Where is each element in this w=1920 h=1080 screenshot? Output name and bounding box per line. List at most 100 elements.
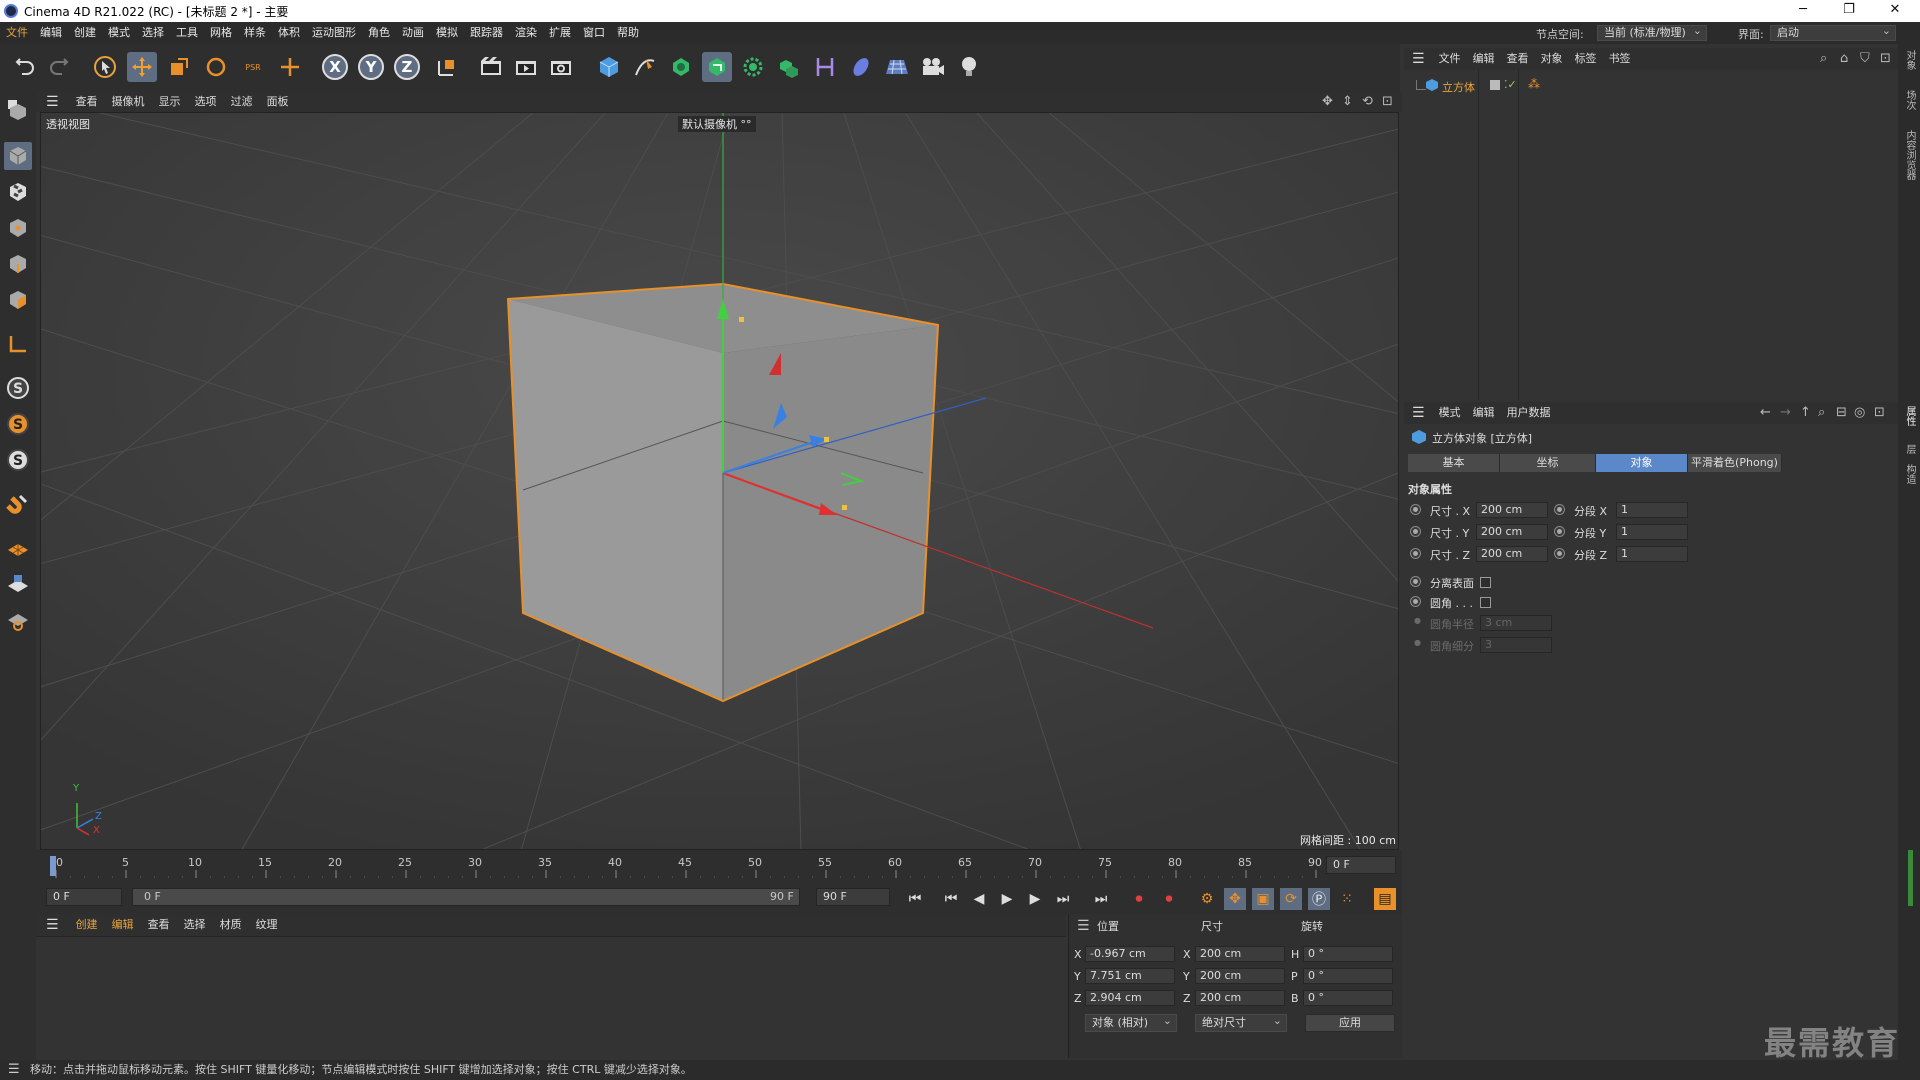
forward-arrow-icon[interactable]: → xyxy=(1780,405,1791,420)
keyframe-selection-icon[interactable]: ⚙ xyxy=(1196,888,1218,910)
magnet-icon[interactable] xyxy=(4,490,32,518)
menu-tools[interactable]: 工具 xyxy=(170,22,204,44)
timeline-ruler[interactable]: 0 5 10 15 20 25 30 35 40 45 50 55 60 65 … xyxy=(36,850,1402,880)
layout-select[interactable]: 启动 xyxy=(1770,24,1896,41)
seg-z-field[interactable]: 1 xyxy=(1616,546,1688,562)
solo-hierarchy-icon[interactable]: S xyxy=(4,446,32,474)
menu-volume[interactable]: 体积 xyxy=(272,22,306,44)
rot-h-field[interactable]: 0 ° xyxy=(1303,946,1393,962)
menu-select[interactable]: 选择 xyxy=(136,22,170,44)
tab-phong[interactable]: 平滑着色(Phong) xyxy=(1688,454,1782,472)
perspective-viewport[interactable]: Y Z X xyxy=(40,112,1399,850)
menu-file[interactable]: 文件 xyxy=(0,22,34,44)
go-to-previous-key-icon[interactable]: ⏮ xyxy=(940,888,962,910)
lock-icon[interactable]: ⊟ xyxy=(1836,405,1847,420)
size-z-field[interactable]: 200 cm xyxy=(1195,990,1285,1006)
back-arrow-icon[interactable]: ← xyxy=(1760,405,1771,420)
model-mode-icon[interactable] xyxy=(4,142,32,170)
size-mode-select[interactable]: 绝对尺寸 xyxy=(1195,1013,1287,1032)
material-list-area[interactable] xyxy=(36,936,1066,1058)
texture-mode-icon[interactable] xyxy=(4,178,32,206)
pen-spline-icon[interactable] xyxy=(630,52,660,82)
record-active-objects-icon[interactable]: ⏺ xyxy=(1128,888,1150,910)
object-hamburger-icon[interactable]: ☰ xyxy=(1404,48,1433,70)
animate-seg-z-radio[interactable] xyxy=(1554,548,1565,559)
separate-surfaces-checkbox[interactable] xyxy=(1480,577,1491,588)
next-frame-icon[interactable]: ▶ xyxy=(1024,888,1046,910)
node-space-select[interactable]: 当前 (标准/物理) xyxy=(1597,24,1707,41)
undo-icon[interactable] xyxy=(10,52,40,82)
viewport-menu-filter[interactable]: 过滤 xyxy=(224,92,260,112)
position-track-icon[interactable]: ✥ xyxy=(1224,888,1246,910)
material-hamburger-icon[interactable]: ☰ xyxy=(36,914,69,936)
transform-tool-icon[interactable] xyxy=(275,52,305,82)
animate-size-z-radio[interactable] xyxy=(1410,548,1421,559)
viewport-move-icon[interactable]: ✥ xyxy=(1322,94,1333,109)
menu-mode[interactable]: 模式 xyxy=(102,22,136,44)
material-menu-texture[interactable]: 纹理 xyxy=(249,914,285,936)
fillet-checkbox[interactable] xyxy=(1480,597,1491,608)
material-menu-edit[interactable]: 编辑 xyxy=(105,914,141,936)
size-y-field[interactable]: 200 cm xyxy=(1476,524,1548,540)
preview-range-slider[interactable] xyxy=(132,888,800,906)
minimize-button[interactable]: ─ xyxy=(1780,0,1826,22)
rot-b-field[interactable]: 0 ° xyxy=(1303,990,1393,1006)
extrude-generator-icon[interactable] xyxy=(702,52,732,82)
scale-track-icon[interactable]: ▣ xyxy=(1252,888,1274,910)
attribute-menu-userdata[interactable]: 用户数据 xyxy=(1501,402,1557,424)
material-menu-material[interactable]: 材质 xyxy=(213,914,249,936)
menu-create[interactable]: 创建 xyxy=(68,22,102,44)
light-icon[interactable] xyxy=(954,52,984,82)
object-new-window-icon[interactable]: ⊡ xyxy=(1880,51,1891,66)
move-tool-icon[interactable] xyxy=(127,52,157,82)
attribute-hamburger-icon[interactable]: ☰ xyxy=(1404,402,1433,424)
material-menu-select[interactable]: 选择 xyxy=(177,914,213,936)
object-filter-icon[interactable]: ⛉ xyxy=(1860,51,1870,66)
viewport-toggle-icon[interactable]: ⊡ xyxy=(1382,94,1393,109)
settings-icon[interactable]: ◎ xyxy=(1854,405,1865,420)
polygons-mode-icon[interactable] xyxy=(4,286,32,314)
viewport-menu-options[interactable]: 选项 xyxy=(188,92,224,112)
size-z-field[interactable]: 200 cm xyxy=(1476,546,1548,562)
tab-coord[interactable]: 坐标 xyxy=(1500,454,1596,472)
material-tag-icon[interactable]: ⁂ xyxy=(1528,77,1540,91)
coordinate-system-icon[interactable] xyxy=(432,52,462,82)
subdivision-surface-icon[interactable] xyxy=(666,52,696,82)
object-menu-objects[interactable]: 对象 xyxy=(1535,48,1569,70)
end-frame-field[interactable]: 90 F xyxy=(816,888,890,906)
maximize-button[interactable]: ❐ xyxy=(1826,0,1872,22)
attribute-menu-mode[interactable]: 模式 xyxy=(1433,402,1467,424)
edges-mode-icon[interactable] xyxy=(4,250,32,278)
size-y-field[interactable]: 200 cm xyxy=(1195,968,1285,984)
animate-fillet-radio[interactable] xyxy=(1410,596,1421,607)
go-to-end-icon[interactable]: ⏭ xyxy=(1090,888,1112,910)
apply-button[interactable]: 应用 xyxy=(1305,1014,1395,1032)
go-to-start-icon[interactable]: ⏮ xyxy=(904,888,926,910)
close-button[interactable]: ✕ xyxy=(1872,0,1918,22)
object-menu-view[interactable]: 查看 xyxy=(1501,48,1535,70)
menu-edit[interactable]: 编辑 xyxy=(34,22,68,44)
coordinate-hamburger-icon[interactable]: ☰ xyxy=(1077,918,1090,934)
object-menu-tags[interactable]: 标签 xyxy=(1569,48,1603,70)
viewport-menu-panel[interactable]: 面板 xyxy=(260,92,296,112)
psr-tool-icon[interactable]: PSR xyxy=(238,52,268,82)
seg-x-field[interactable]: 1 xyxy=(1616,502,1688,518)
object-menu-edit[interactable]: 编辑 xyxy=(1467,48,1501,70)
menu-animate[interactable]: 动画 xyxy=(396,22,430,44)
viewport-menu-cameras[interactable]: 摄像机 xyxy=(105,92,152,112)
menu-tracker[interactable]: 跟踪器 xyxy=(464,22,509,44)
current-frame-field[interactable]: 0 F xyxy=(1326,856,1396,874)
environment-icon[interactable] xyxy=(846,52,876,82)
menu-extensions[interactable]: 扩展 xyxy=(543,22,577,44)
floor-icon[interactable] xyxy=(882,52,912,82)
attribute-new-window-icon[interactable]: ⊡ xyxy=(1874,405,1885,420)
locked-workplane-icon[interactable] xyxy=(4,606,32,634)
object-search-icon[interactable]: ⌕ xyxy=(1820,51,1827,66)
go-to-next-key-icon[interactable]: ⏭ xyxy=(1052,888,1074,910)
make-editable-icon[interactable] xyxy=(4,96,32,124)
seg-y-field[interactable]: 1 xyxy=(1616,524,1688,540)
menu-simulate[interactable]: 模拟 xyxy=(430,22,464,44)
start-frame-field[interactable]: 0 F xyxy=(46,888,122,906)
pos-z-field[interactable]: 2.904 cm xyxy=(1085,990,1175,1006)
animate-size-y-radio[interactable] xyxy=(1410,526,1421,537)
